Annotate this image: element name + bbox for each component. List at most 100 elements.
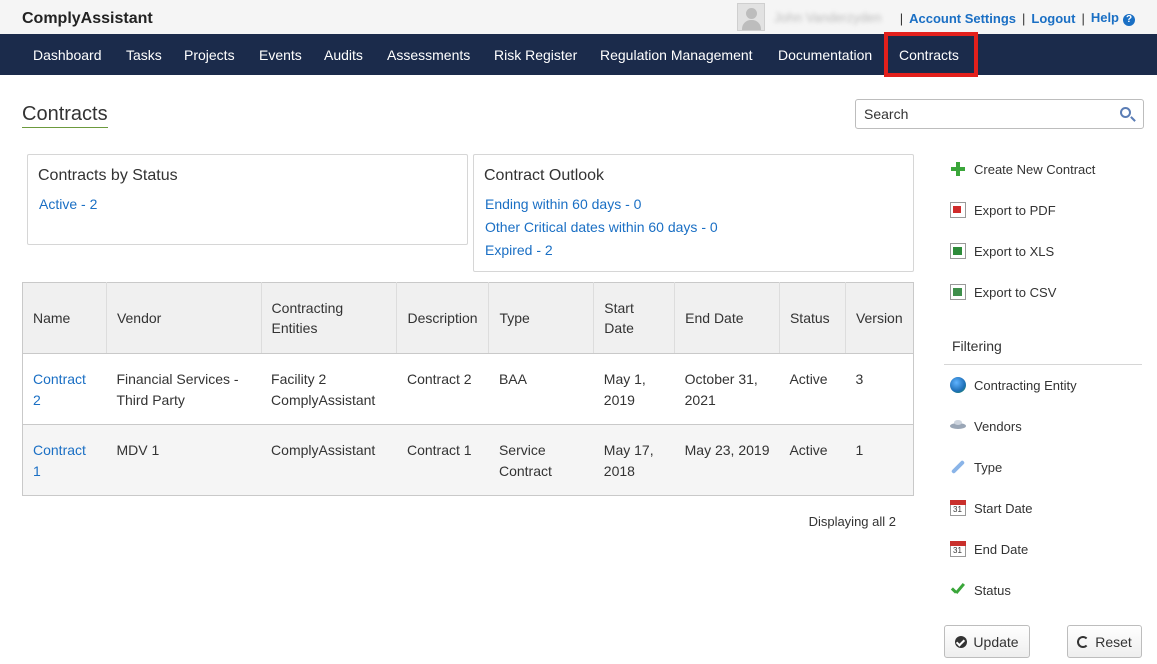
active-nav-highlight [884, 32, 978, 77]
csv-icon [950, 284, 966, 300]
cell-description: Contract 2 [396, 353, 489, 425]
filter-end-date[interactable]: End Date [950, 541, 1028, 557]
cell-type: Service Contract [488, 424, 594, 496]
plus-icon [950, 161, 966, 177]
filtering-heading: Filtering [952, 338, 1002, 354]
nav-audits[interactable]: Audits [324, 47, 363, 63]
help-label: Help [1090, 10, 1119, 25]
reset-button[interactable]: Reset [1067, 625, 1142, 658]
contract-name-link[interactable]: Contract 1 [33, 442, 86, 479]
tag-icon [950, 459, 966, 475]
xls-icon [950, 243, 966, 259]
contract-outlook-panel: Contract Outlook Ending within 60 days -… [473, 154, 914, 272]
contracts-table: Name Vendor Contracting Entities Descrip… [22, 282, 914, 496]
separator: | [1081, 10, 1085, 26]
expired-link[interactable]: Expired - 2 [485, 239, 913, 262]
logout-link[interactable]: Logout [1031, 11, 1075, 26]
nav-assessments[interactable]: Assessments [387, 47, 470, 63]
nav-events[interactable]: Events [259, 47, 302, 63]
cell-version: 1 [845, 424, 914, 496]
panel-title: Contract Outlook [484, 167, 605, 184]
filter-label: End Date [974, 541, 1029, 557]
search-box [855, 99, 1144, 129]
nav-risk-register[interactable]: Risk Register [494, 47, 577, 63]
cell-start-date: May 17, 2018 [593, 424, 675, 496]
top-links: | Account Settings | Logout | Help? [900, 10, 1135, 26]
cell-end-date: May 23, 2019 [674, 424, 780, 496]
cell-start-date: May 1, 2019 [593, 353, 675, 425]
table-row: Contract 2 Financial Services - Third Pa… [22, 353, 914, 425]
search-input[interactable] [864, 105, 1104, 123]
reset-label: Reset [1095, 633, 1132, 650]
globe-icon [950, 377, 966, 393]
calendar-icon [950, 541, 966, 557]
contracts-by-status-panel: Contracts by Status Active - 2 [27, 154, 468, 245]
panel-title: Contracts by Status [38, 167, 178, 184]
username: John Vanderzyden [774, 10, 882, 25]
col-name[interactable]: Name [22, 282, 107, 354]
cell-end-date: October 31, 2021 [674, 353, 780, 425]
update-button[interactable]: Update [944, 625, 1030, 658]
export-pdf-label: Export to PDF [974, 202, 1056, 218]
col-contracting-entities[interactable]: Contracting Entities [261, 282, 398, 354]
create-contract-label: Create New Contract [974, 161, 1096, 177]
export-xls-button[interactable]: Export to XLS [950, 243, 1054, 259]
checkmark-icon [950, 582, 966, 598]
update-label: Update [973, 633, 1019, 650]
status-active-link[interactable]: Active - 2 [39, 193, 467, 216]
cell-status: Active [779, 353, 846, 425]
filter-label: Vendors [974, 418, 1022, 434]
cell-entities: ComplyAssistant [261, 424, 397, 496]
cell-vendor: MDV 1 [106, 424, 262, 496]
vendor-icon [950, 418, 966, 434]
cell-description: Contract 1 [396, 424, 489, 496]
ending-60-days-link[interactable]: Ending within 60 days - 0 [485, 193, 913, 216]
avatar[interactable] [737, 3, 765, 31]
calendar-icon [950, 500, 966, 516]
table-header-row: Name Vendor Contracting Entities Descrip… [22, 282, 914, 354]
nav-dashboard[interactable]: Dashboard [33, 47, 102, 63]
export-pdf-button[interactable]: Export to PDF [950, 202, 1056, 218]
account-settings-link[interactable]: Account Settings [909, 11, 1016, 26]
pdf-icon [950, 202, 966, 218]
help-link[interactable]: Help? [1091, 10, 1135, 26]
table-row: Contract 1 MDV 1 ComplyAssistant Contrac… [22, 424, 914, 496]
cell-entities: Facility 2 ComplyAssistant [261, 353, 397, 425]
export-csv-label: Export to CSV [974, 284, 1057, 300]
nav-regulation-management[interactable]: Regulation Management [600, 47, 753, 63]
cell-vendor: Financial Services - Third Party [106, 353, 262, 425]
contract-name-link[interactable]: Contract 2 [33, 371, 86, 408]
critical-dates-link[interactable]: Other Critical dates within 60 days - 0 [485, 216, 913, 239]
refresh-icon [1077, 635, 1090, 648]
col-end-date[interactable]: End Date [674, 282, 780, 354]
col-description[interactable]: Description [396, 282, 490, 354]
col-type[interactable]: Type [488, 282, 595, 354]
display-count: Displaying all 2 [808, 514, 896, 529]
nav-documentation[interactable]: Documentation [778, 47, 872, 63]
create-contract-button[interactable]: Create New Contract [950, 161, 1095, 177]
filter-label: Start Date [974, 500, 1033, 516]
filter-vendors[interactable]: Vendors [950, 418, 1022, 434]
page-title: Contracts [22, 103, 108, 128]
filter-type[interactable]: Type [950, 459, 1002, 475]
export-csv-button[interactable]: Export to CSV [950, 284, 1056, 300]
divider [944, 364, 1142, 365]
col-vendor[interactable]: Vendor [106, 282, 262, 354]
filter-contracting-entity[interactable]: Contracting Entity [950, 377, 1077, 393]
col-version[interactable]: Version [845, 282, 914, 354]
filter-start-date[interactable]: Start Date [950, 500, 1033, 516]
search-icon[interactable] [1120, 107, 1131, 118]
col-status[interactable]: Status [779, 282, 846, 354]
separator: | [1022, 10, 1026, 26]
cell-type: BAA [488, 353, 594, 425]
help-icon: ? [1123, 14, 1135, 26]
filter-label: Status [974, 582, 1011, 598]
cell-status: Active [779, 424, 846, 496]
nav-tasks[interactable]: Tasks [126, 47, 162, 63]
col-start-date[interactable]: Start Date [593, 282, 676, 354]
top-bar: ComplyAssistant John Vanderzyden | Accou… [0, 0, 1157, 34]
filter-label: Contracting Entity [974, 377, 1077, 393]
filter-status[interactable]: Status [950, 582, 1011, 598]
nav-projects[interactable]: Projects [184, 47, 235, 63]
separator: | [899, 10, 904, 26]
